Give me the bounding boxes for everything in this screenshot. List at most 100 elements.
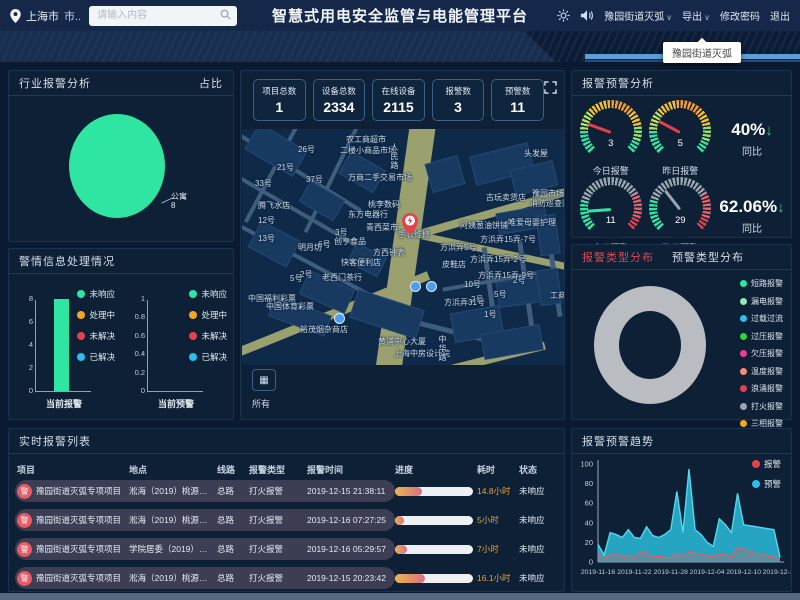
legend-label: 处理中: [201, 309, 227, 321]
legend-item[interactable]: 未响应: [77, 288, 115, 300]
map-label: 皮鞋店: [442, 260, 466, 269]
legend-item[interactable]: 打火报警: [740, 401, 783, 412]
tab-预警类型分布[interactable]: 预警类型分布: [672, 249, 744, 265]
ratio-label: 同比: [742, 143, 762, 158]
change-password-link[interactable]: 修改密码: [720, 8, 760, 23]
stat-card[interactable]: 在线设备2115: [372, 79, 425, 121]
cell-alarm-time: 2019-12-16 05:29:57: [307, 544, 395, 554]
legend-item[interactable]: 处理中: [77, 309, 115, 321]
alarm-badge: 警: [17, 484, 32, 499]
svg-text:2019-12-10: 2019-12-10: [726, 569, 761, 576]
alarm-pin-icon[interactable]: [402, 213, 418, 235]
panel-title: 报警预警分析: [582, 75, 654, 91]
progress-fill: [395, 545, 407, 554]
overview-map-panel: 项目总数1设备总数2334在线设备2115报警数3预警数11 农工商超市二楼小商…: [240, 70, 565, 420]
cell-duration: 16.1小时: [477, 572, 519, 584]
stat-card[interactable]: 预警数11: [491, 79, 544, 121]
map-filter-button[interactable]: ▦: [252, 369, 276, 391]
progress-fill: [395, 516, 404, 525]
tab-报警类型分布[interactable]: 报警类型分布: [582, 249, 654, 265]
legend-item[interactable]: 过载过流: [740, 313, 783, 324]
legend-item[interactable]: 漏电报警: [740, 296, 783, 307]
pie-slice-apartment[interactable]: [69, 114, 165, 218]
map-label: 37号: [306, 175, 323, 184]
panel-subtitle[interactable]: 占比: [199, 75, 223, 91]
alarm-trend-panel: 报警预警趋势 报警预警 0204060801002019-11-162019-1…: [571, 428, 792, 592]
legend-item[interactable]: 未解决: [189, 330, 227, 342]
gauge-dial[interactable]: 3: [580, 100, 642, 162]
column-header: 状态: [519, 463, 557, 476]
device-marker[interactable]: [334, 313, 345, 324]
gauge-dial[interactable]: 29: [649, 177, 711, 239]
map-label: 26号: [298, 145, 315, 154]
search-input[interactable]: [89, 6, 237, 26]
legend-item[interactable]: 浪涌报警: [740, 383, 783, 394]
bar-未响应[interactable]: [54, 299, 69, 391]
logout-link[interactable]: 退出: [770, 8, 790, 23]
mini-bar-chart: 02468当前报警未响应处理中未解决已解决: [9, 274, 121, 418]
ratio-label: 同比: [742, 220, 762, 235]
legend-item[interactable]: 已解决: [189, 351, 227, 363]
legend-label: 处理中: [89, 309, 115, 321]
column-header: 耗时: [477, 463, 519, 476]
map-label: 万商二手交易市场: [348, 173, 412, 182]
legend-dot: [740, 298, 747, 305]
location-selector[interactable]: 上海市 市..: [10, 8, 81, 24]
legend-item[interactable]: 过压报警: [740, 331, 783, 342]
svg-text:2019-12-04: 2019-12-04: [690, 569, 725, 576]
legend-label: 短路报警: [751, 278, 783, 289]
industry-pie-chart: 公寓8: [9, 96, 233, 240]
device-marker[interactable]: [410, 281, 421, 292]
district-label[interactable]: 市..: [64, 8, 81, 24]
table-row[interactable]: 警豫园街道灭弧专项项目淞海（2019）桃源路55号...总路打火报警2019-1…: [17, 480, 556, 502]
device-marker[interactable]: [426, 281, 437, 292]
map-label: 黄浦中心大厦: [378, 337, 426, 346]
gauge-dial[interactable]: 5: [649, 100, 711, 162]
legend-item[interactable]: 已解决: [77, 351, 115, 363]
cell-status: 未响应: [519, 572, 557, 584]
stat-card[interactable]: 项目总数1: [253, 79, 306, 121]
project-selector[interactable]: 豫园街道灭弧∨: [604, 8, 672, 23]
dashboard-page: 上海市 市.. 智慧式用电安全监管与电能管理平台 豫园街道灭弧∨ 导出∨ 修改密…: [0, 0, 800, 600]
gear-icon[interactable]: [557, 9, 570, 22]
map-label: 农工商超市: [346, 135, 386, 144]
table-row[interactable]: 警豫园街道灭弧专项项目淞海（2019）桃源路55弄4...总路打火报警2019-…: [17, 567, 556, 589]
map-label: 方浜弄31号: [444, 298, 485, 307]
legend-item[interactable]: 短路报警: [740, 278, 783, 289]
city-label[interactable]: 上海市: [26, 8, 59, 24]
legend-item[interactable]: 温度报警: [740, 366, 783, 377]
gauge-dial[interactable]: 11: [580, 177, 642, 239]
legend-item[interactable]: 报警: [752, 458, 781, 470]
fullscreen-icon[interactable]: [544, 81, 557, 94]
map-building: [536, 268, 563, 307]
table-row[interactable]: 警豫园街道灭弧专项项目淞海（2019）桃源路41号 6...总路打火报警2019…: [17, 509, 556, 531]
legend-item[interactable]: 处理中: [189, 309, 227, 321]
column-header: 项目: [17, 463, 129, 476]
legend-item[interactable]: 未响应: [189, 288, 227, 300]
legend-label: 已解决: [89, 351, 115, 363]
export-menu[interactable]: 导出∨: [682, 8, 710, 23]
legend-item[interactable]: 欠压报警: [740, 348, 783, 359]
legend-label: 未解决: [201, 330, 227, 342]
gauge-今日预警: 11今日预警: [576, 177, 646, 254]
down-arrow-icon: ↓: [765, 122, 773, 139]
legend-dot: [189, 290, 197, 298]
search-icon[interactable]: [220, 9, 231, 20]
gauge-label: 今日报警: [593, 164, 629, 177]
speaker-icon[interactable]: [580, 9, 594, 22]
alarm-table: 项目地点线路报警类型报警时间进度耗时状态 警豫园街道灭弧专项项目淞海（2019）…: [9, 454, 564, 589]
stat-card[interactable]: 设备总数2334: [313, 79, 366, 121]
stat-card[interactable]: 报警数3: [432, 79, 485, 121]
cell-duration: 7小时: [477, 543, 519, 555]
cell-progress: [395, 545, 477, 554]
stat-value: 3: [454, 99, 462, 115]
type-donut-chart[interactable]: [594, 286, 706, 404]
city-map[interactable]: 农工商超市二楼小商品市场万商二手交易市场头发屋26号21号33号37号12号3号…: [242, 129, 564, 365]
legend-item[interactable]: 预警: [752, 478, 781, 490]
legend-label: 温度报警: [751, 366, 783, 377]
gauge-今日报警: 3 今日报警: [576, 100, 646, 177]
gauge-value: 3: [580, 138, 642, 149]
table-row[interactable]: 警豫园街道灭弧专项项目学院居委（2019）盛家宅7...总路打火报警2019-1…: [17, 538, 556, 560]
map-label: 33号: [255, 179, 272, 188]
legend-item[interactable]: 未解决: [77, 330, 115, 342]
